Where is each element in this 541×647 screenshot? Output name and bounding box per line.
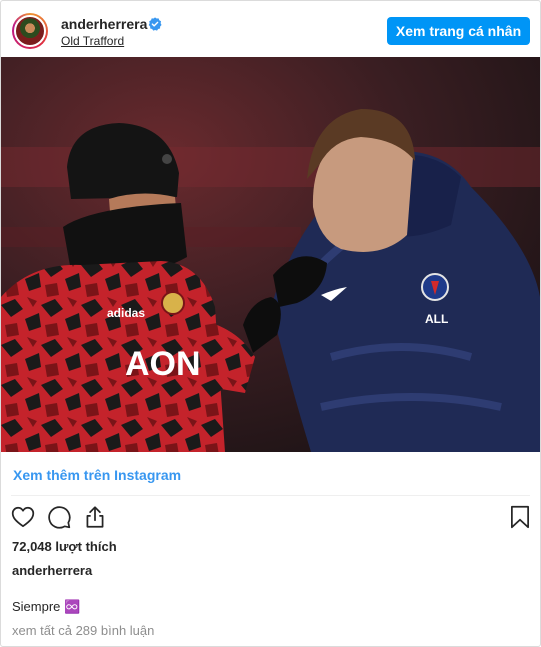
bookmark-icon[interactable] bbox=[507, 504, 533, 530]
heart-icon[interactable] bbox=[10, 504, 36, 530]
svg-text:ALL: ALL bbox=[425, 312, 448, 326]
caption-username[interactable]: anderherrera bbox=[12, 563, 92, 578]
divider bbox=[11, 495, 530, 496]
avatar-image bbox=[14, 15, 46, 47]
verified-badge-icon bbox=[148, 17, 162, 31]
post-photo[interactable]: AON adidas ALL bbox=[1, 57, 540, 452]
post-header: anderherrera Old Trafford Xem trang cá n… bbox=[1, 1, 540, 57]
photo-illustration: AON adidas ALL bbox=[1, 57, 540, 452]
comment-bubble-icon[interactable] bbox=[46, 504, 72, 530]
svg-text:AON: AON bbox=[125, 345, 201, 383]
share-upload-icon[interactable] bbox=[82, 504, 108, 530]
location-link[interactable]: Old Trafford bbox=[61, 34, 124, 48]
view-more-on-instagram-link[interactable]: Xem thêm trên Instagram bbox=[13, 467, 181, 483]
avatar[interactable] bbox=[12, 13, 48, 49]
username[interactable]: anderherrera bbox=[61, 16, 147, 32]
view-all-comments-link[interactable]: xem tất cả 289 bình luận bbox=[12, 623, 154, 638]
instagram-embed-card: anderherrera Old Trafford Xem trang cá n… bbox=[0, 0, 541, 647]
view-profile-button[interactable]: Xem trang cá nhân bbox=[387, 17, 530, 45]
svg-text:adidas: adidas bbox=[107, 306, 145, 320]
likes-count[interactable]: 72,048 lượt thích bbox=[12, 539, 117, 554]
caption-text: Siempre ♾️ bbox=[12, 599, 81, 614]
